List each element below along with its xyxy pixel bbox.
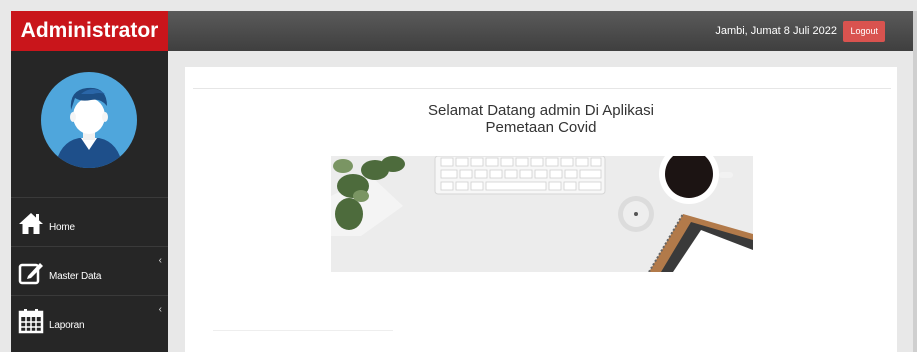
divider [213, 330, 393, 331]
current-date: Jambi, Jumat 8 Juli 2022 [715, 25, 837, 37]
sidebar-item-label: Home [49, 222, 75, 233]
calendar-icon [18, 309, 44, 334]
main-content-panel: Selamat Datang admin Di Aplikasi Pemetaa… [185, 67, 897, 352]
page-scrollbar[interactable] [913, 11, 917, 352]
chevron-left-icon: ‹ [158, 255, 162, 266]
app-brand-title: Administrator [11, 11, 168, 51]
desk-banner-image [331, 156, 753, 272]
welcome-message: Selamat Datang admin Di Aplikasi Pemetaa… [185, 102, 897, 136]
avatar [41, 72, 137, 168]
chevron-left-icon: ‹ [158, 304, 162, 315]
welcome-line-2: Pemetaan Covid [485, 119, 597, 136]
top-navbar: Jambi, Jumat 8 Juli 2022 Logout [168, 11, 913, 51]
sidebar-item-home[interactable]: Home [11, 197, 168, 246]
edit-icon [18, 263, 43, 285]
user-avatar-icon [41, 72, 137, 168]
divider [193, 88, 891, 89]
welcome-line-1: Selamat Datang admin Di Aplikasi [428, 102, 654, 119]
sidebar-item-master-data[interactable]: Master Data ‹ [11, 246, 168, 295]
sidebar-item-label: Master Data [49, 271, 102, 282]
sidebar-item-label: Laporan [49, 320, 85, 331]
logout-button[interactable]: Logout [843, 21, 885, 42]
sidebar: Home Master Data ‹ Laporan ‹ [11, 51, 168, 352]
sidebar-item-laporan[interactable]: Laporan ‹ [11, 295, 168, 344]
home-icon [19, 213, 43, 234]
